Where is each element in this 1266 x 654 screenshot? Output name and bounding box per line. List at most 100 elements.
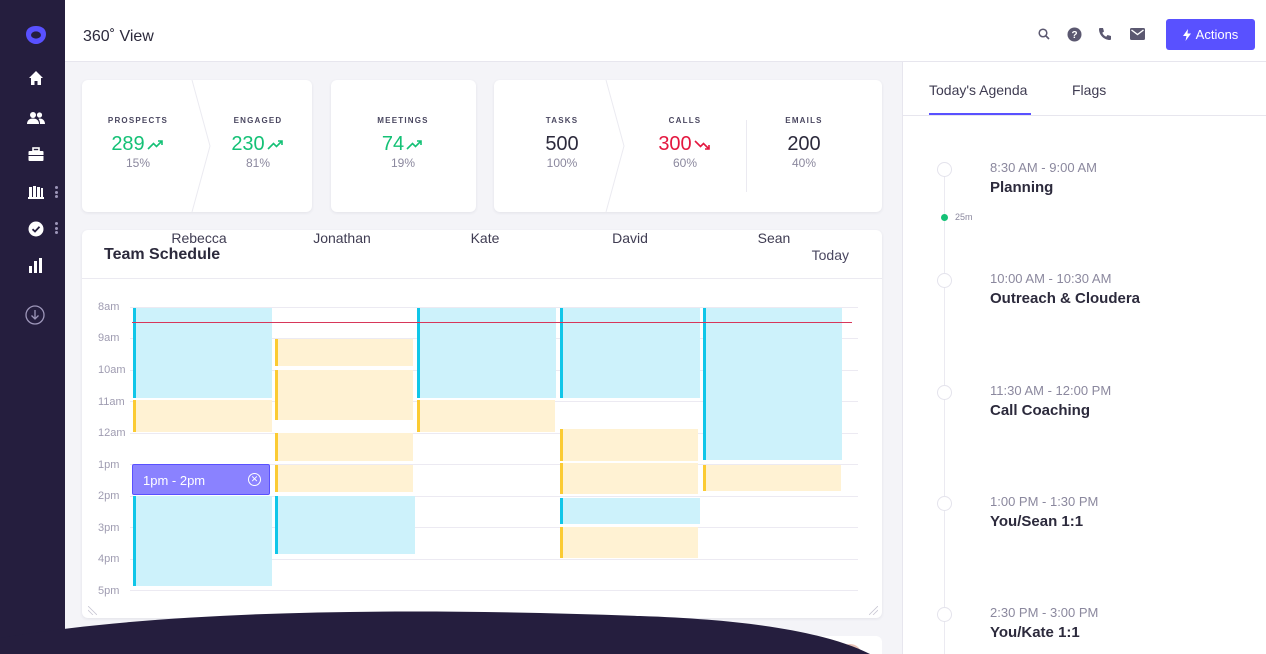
emails-label: EMAILS <box>785 116 823 125</box>
trend-up-icon <box>406 139 422 150</box>
calls-label: CALLS <box>668 116 702 125</box>
meetings-card: MEETINGS 74 19% <box>331 80 476 212</box>
tasks-value: 500 <box>545 133 579 155</box>
hour-label: 9am <box>98 332 120 344</box>
agenda-item-title[interactable]: You/Kate 1:1 <box>990 624 1080 641</box>
tab-todays-agenda[interactable]: Today's Agenda <box>929 82 1027 98</box>
tasks-label: TASKS <box>545 116 579 125</box>
column-jonathan: Jonathan <box>313 230 371 246</box>
task-block[interactable] <box>560 429 698 461</box>
agenda-timeline <box>944 170 945 654</box>
library-icon[interactable] <box>26 183 46 201</box>
hour-label: 1pm <box>98 459 120 471</box>
people-icon[interactable] <box>26 109 46 127</box>
timeline-dot <box>937 385 952 400</box>
timeline-dot <box>937 162 952 177</box>
decorative-wave <box>0 611 870 654</box>
column-david: David <box>612 230 648 246</box>
timeline-dot <box>937 273 952 288</box>
svg-text:?: ? <box>1071 30 1077 41</box>
timeline-dot <box>937 607 952 622</box>
task-block[interactable] <box>275 370 413 420</box>
hour-label: 2pm <box>98 490 120 502</box>
tasks-pct: 100% <box>546 156 578 170</box>
prospects-pct: 15% <box>125 156 151 170</box>
agenda-item-time: 10:00 AM - 10:30 AM <box>990 271 1112 286</box>
task-block[interactable] <box>275 433 413 461</box>
team-schedule-card: Team Schedule Today Rebecca Jonathan Kat… <box>82 230 882 618</box>
tasks-metric[interactable]: TASKS 500 100% <box>522 116 602 170</box>
task-block[interactable] <box>703 465 841 491</box>
task-block[interactable] <box>560 463 698 494</box>
meetings-metric[interactable]: MEETINGS 74 19% <box>353 116 453 170</box>
engaged-label: ENGAGED <box>233 116 283 125</box>
agenda-item-time: 1:00 PM - 1:30 PM <box>990 494 1099 509</box>
emails-value: 200 <box>787 133 821 155</box>
meeting-block[interactable] <box>275 496 415 554</box>
task-block[interactable] <box>275 339 413 366</box>
tab-flags[interactable]: Flags <box>1072 82 1106 98</box>
timeline-dot <box>937 496 952 511</box>
home-icon[interactable] <box>26 69 46 87</box>
agenda-item-time: 2:30 PM - 3:00 PM <box>990 605 1099 620</box>
emails-pct: 40% <box>791 156 817 170</box>
activity-card: TASKS 500 100% CALLS 300 60% EMAILS 200 … <box>494 80 882 212</box>
briefcase-icon[interactable] <box>26 145 46 163</box>
hour-label: 5pm <box>98 585 120 597</box>
engaged-metric[interactable]: ENGAGED 230 81% <box>218 116 298 170</box>
time-until-next: 25m <box>955 212 973 222</box>
now-indicator <box>941 214 948 221</box>
tasks-more-icon[interactable] <box>55 222 58 234</box>
download-circle-icon[interactable] <box>24 304 46 326</box>
today-button[interactable]: Today <box>812 247 849 263</box>
calls-value: 300 <box>658 133 692 155</box>
prospects-metric[interactable]: PROSPECTS 289 15% <box>98 116 178 170</box>
agenda-item-time: 11:30 AM - 12:00 PM <box>990 383 1112 398</box>
task-block[interactable] <box>417 400 555 432</box>
hour-label: 12am <box>98 427 126 439</box>
agenda-item-title[interactable]: You/Sean 1:1 <box>990 513 1083 530</box>
meeting-block[interactable] <box>133 496 272 586</box>
task-block[interactable] <box>560 527 698 558</box>
meetings-pct: 19% <box>390 156 416 170</box>
actions-button[interactable]: Actions <box>1166 19 1255 50</box>
search-icon[interactable] <box>1035 25 1053 43</box>
engaged-pct: 81% <box>245 156 271 170</box>
column-rebecca: Rebecca <box>171 230 227 246</box>
close-icon[interactable]: ✕ <box>248 473 261 486</box>
trend-down-icon <box>694 139 710 150</box>
lightning-icon <box>1182 28 1191 41</box>
task-block[interactable] <box>275 465 413 492</box>
check-circle-icon[interactable] <box>26 220 46 238</box>
outreach-logo-icon[interactable] <box>25 25 47 45</box>
emails-metric[interactable]: EMAILS 200 40% <box>764 116 844 170</box>
trend-up-icon <box>147 139 163 150</box>
current-time-line <box>132 322 852 323</box>
prospects-label: PROSPECTS <box>107 116 169 125</box>
hour-label: 8am <box>98 301 120 313</box>
phone-icon[interactable] <box>1096 25 1114 43</box>
mail-icon[interactable] <box>1128 25 1146 43</box>
meeting-block[interactable] <box>703 308 842 460</box>
column-sean: Sean <box>757 230 791 246</box>
hour-label: 4pm <box>98 553 120 565</box>
top-header: 360˚ View ? Actions <box>65 0 1266 62</box>
actions-label: Actions <box>1195 27 1239 42</box>
trend-up-icon <box>267 139 283 150</box>
library-more-icon[interactable] <box>55 186 58 198</box>
meetings-label: MEETINGS <box>377 116 429 125</box>
meetings-value: 74 <box>381 133 405 155</box>
agenda-item-time: 8:30 AM - 9:00 AM <box>990 160 1097 175</box>
task-block[interactable] <box>133 400 272 432</box>
calls-metric[interactable]: CALLS 300 60% <box>645 116 725 170</box>
bar-chart-icon[interactable] <box>26 256 46 274</box>
calls-pct: 60% <box>672 156 698 170</box>
meeting-block[interactable] <box>560 498 700 524</box>
hour-label: 10am <box>98 364 126 376</box>
agenda-item-title[interactable]: Call Coaching <box>990 402 1090 419</box>
help-icon[interactable]: ? <box>1065 25 1083 43</box>
selected-time-slot[interactable]: 1pm - 2pm ✕ <box>132 464 270 495</box>
agenda-item-title[interactable]: Outreach & Cloudera <box>990 290 1140 307</box>
agenda-item-title[interactable]: Planning <box>990 179 1053 196</box>
engaged-value: 230 <box>231 133 265 155</box>
